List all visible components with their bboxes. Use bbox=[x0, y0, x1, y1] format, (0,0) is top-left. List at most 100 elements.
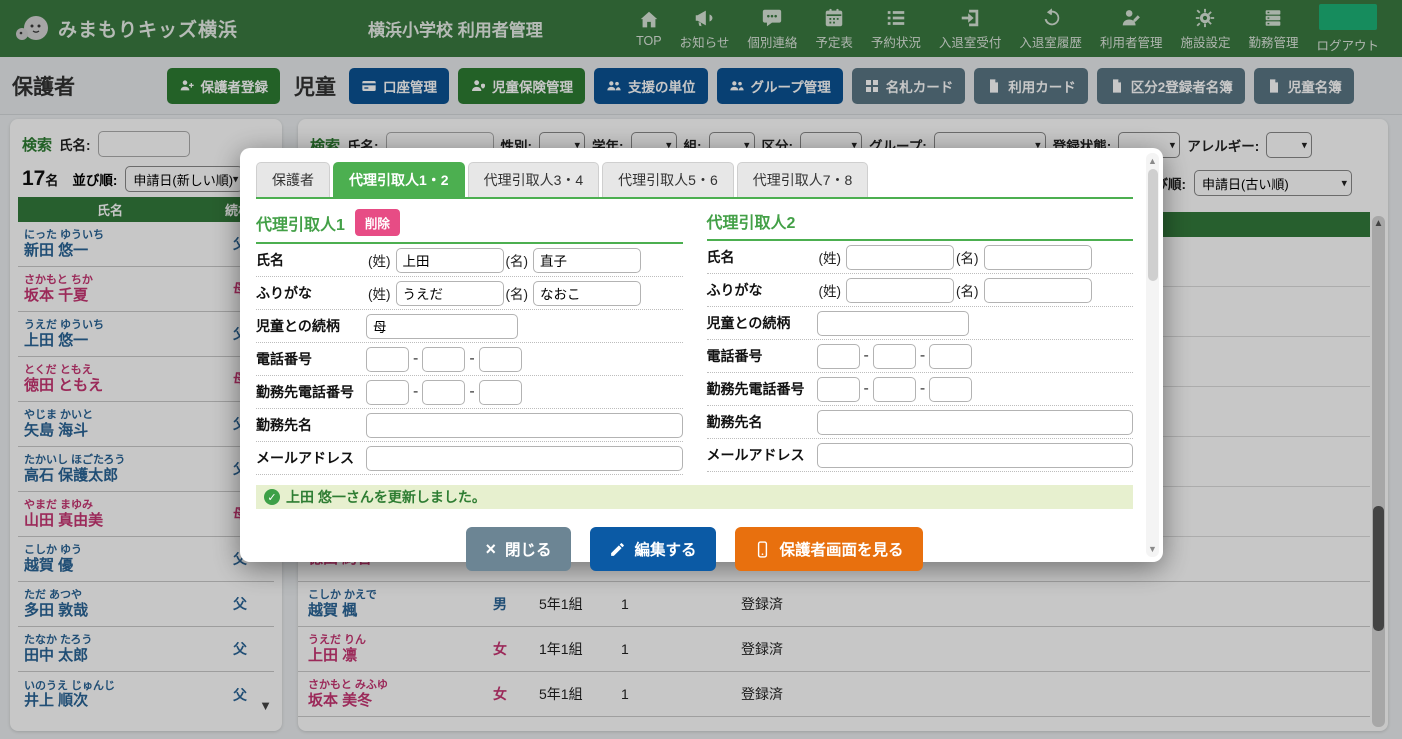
proxy-person-1-section: 代理引取人1 削除 氏名 (姓) (名) ふりがな (姓) (名) 児童との続柄 bbox=[256, 209, 683, 475]
proxy2-phone1-input[interactable] bbox=[817, 344, 860, 369]
proxy2-work-place-input[interactable] bbox=[817, 410, 1134, 435]
message-text: 上田 悠一さんを更新しました。 bbox=[286, 487, 486, 507]
proxy2-phone3-input[interactable] bbox=[929, 344, 972, 369]
proxy2-email-input[interactable] bbox=[817, 443, 1134, 468]
name-label: 氏名 bbox=[256, 250, 366, 270]
scrollbar-thumb[interactable] bbox=[1148, 169, 1158, 281]
mei-label: (名) bbox=[956, 280, 979, 300]
phone-label: 電話番号 bbox=[707, 346, 817, 366]
dash: - bbox=[413, 383, 418, 401]
sei-label: (姓) bbox=[368, 283, 391, 303]
proxy-1-title: 代理引取人1 bbox=[256, 211, 345, 235]
proxy2-relation-input[interactable] bbox=[817, 311, 969, 336]
dash: - bbox=[920, 347, 925, 365]
work-phone-field-row: 勤務先電話番号 - - bbox=[707, 373, 1134, 406]
work-place-field-row: 勤務先名 bbox=[707, 406, 1134, 439]
tab-proxy-3-4[interactable]: 代理引取人3・4 bbox=[468, 162, 600, 197]
relation-label: 児童との続柄 bbox=[707, 313, 817, 333]
guardian-detail-modal: 保護者 代理引取人1・2 代理引取人3・4 代理引取人5・6 代理引取人7・8 … bbox=[240, 148, 1163, 562]
sei-label: (姓) bbox=[819, 247, 842, 267]
proxy2-mei-input[interactable] bbox=[984, 245, 1092, 270]
tab-proxy-7-8[interactable]: 代理引取人7・8 bbox=[737, 162, 869, 197]
relation-field-row: 児童との続柄 bbox=[707, 307, 1134, 340]
close-icon: × bbox=[485, 540, 496, 558]
phone-field-row: 電話番号 - - bbox=[707, 340, 1134, 373]
relation-label: 児童との続柄 bbox=[256, 316, 366, 336]
proxy2-work-phone2-input[interactable] bbox=[873, 377, 916, 402]
edit-button[interactable]: 編集する bbox=[590, 527, 716, 571]
work-place-field-row: 勤務先名 bbox=[256, 409, 683, 442]
email-field-row: メールアドレス bbox=[256, 442, 683, 475]
work-place-label: 勤務先名 bbox=[256, 415, 366, 435]
furigana-label: ふりがな bbox=[707, 280, 817, 300]
email-label: メールアドレス bbox=[256, 448, 366, 468]
phone-icon bbox=[754, 541, 771, 558]
dash: - bbox=[864, 380, 869, 398]
dash: - bbox=[469, 383, 474, 401]
close-button[interactable]: × 閉じる bbox=[466, 527, 570, 571]
scroll-up-icon[interactable]: ▲ bbox=[1146, 156, 1159, 166]
proxy-2-title: 代理引取人2 bbox=[707, 209, 796, 233]
scroll-down-icon[interactable]: ▼ bbox=[1146, 544, 1159, 554]
proxy1-phone1-input[interactable] bbox=[366, 347, 409, 372]
proxy2-phone2-input[interactable] bbox=[873, 344, 916, 369]
proxy2-sei-input[interactable] bbox=[846, 245, 954, 270]
proxy-1-delete-button[interactable]: 削除 bbox=[355, 209, 400, 236]
proxy1-sei-input[interactable] bbox=[396, 248, 504, 273]
proxy2-work-phone3-input[interactable] bbox=[929, 377, 972, 402]
furigana-label: ふりがな bbox=[256, 283, 366, 303]
dash: - bbox=[413, 350, 418, 368]
mei-label: (名) bbox=[506, 283, 529, 303]
dash: - bbox=[469, 350, 474, 368]
check-circle-icon: ✓ bbox=[264, 489, 280, 505]
proxy2-mei-kana-input[interactable] bbox=[984, 278, 1092, 303]
mei-label: (名) bbox=[956, 247, 979, 267]
phone-field-row: 電話番号 - - bbox=[256, 343, 683, 376]
update-success-message: ✓ 上田 悠一さんを更新しました。 bbox=[256, 485, 1133, 509]
tab-proxy-1-2[interactable]: 代理引取人1・2 bbox=[333, 162, 465, 197]
furigana-field-row: ふりがな (姓) (名) bbox=[256, 277, 683, 310]
proxy1-mei-kana-input[interactable] bbox=[533, 281, 641, 306]
proxy1-relation-input[interactable] bbox=[366, 314, 518, 339]
work-phone-label: 勤務先電話番号 bbox=[707, 379, 817, 399]
proxy1-work-phone3-input[interactable] bbox=[479, 380, 522, 405]
email-label: メールアドレス bbox=[707, 445, 817, 465]
proxy-2-header: 代理引取人2 bbox=[707, 209, 1134, 241]
email-field-row: メールアドレス bbox=[707, 439, 1134, 472]
proxy1-email-input[interactable] bbox=[366, 446, 683, 471]
view-guardian-screen-button[interactable]: 保護者画面を見る bbox=[735, 527, 923, 571]
work-place-label: 勤務先名 bbox=[707, 412, 817, 432]
sei-label: (姓) bbox=[368, 250, 391, 270]
dash: - bbox=[920, 380, 925, 398]
modal-button-row: × 閉じる 編集する 保護者画面を見る bbox=[256, 527, 1133, 571]
pencil-square-icon bbox=[609, 541, 626, 558]
modal-scrollbar[interactable]: ▲ ▼ bbox=[1146, 153, 1159, 557]
proxy1-work-phone1-input[interactable] bbox=[366, 380, 409, 405]
proxy-columns: 代理引取人1 削除 氏名 (姓) (名) ふりがな (姓) (名) 児童との続柄 bbox=[256, 209, 1133, 475]
proxy1-phone2-input[interactable] bbox=[422, 347, 465, 372]
work-phone-field-row: 勤務先電話番号 - - bbox=[256, 376, 683, 409]
furigana-field-row: ふりがな (姓) (名) bbox=[707, 274, 1134, 307]
proxy2-sei-kana-input[interactable] bbox=[846, 278, 954, 303]
proxy2-work-phone1-input[interactable] bbox=[817, 377, 860, 402]
proxy1-work-phone2-input[interactable] bbox=[422, 380, 465, 405]
dash: - bbox=[864, 347, 869, 365]
proxy1-work-place-input[interactable] bbox=[366, 413, 683, 438]
name-field-row: 氏名 (姓) (名) bbox=[707, 241, 1134, 274]
phone-label: 電話番号 bbox=[256, 349, 366, 369]
relation-field-row: 児童との続柄 bbox=[256, 310, 683, 343]
proxy-1-header: 代理引取人1 削除 bbox=[256, 209, 683, 244]
proxy-person-2-section: 代理引取人2 氏名 (姓) (名) ふりがな (姓) (名) 児童との続柄 bbox=[707, 209, 1134, 475]
name-label: 氏名 bbox=[707, 247, 817, 267]
tab-guardian[interactable]: 保護者 bbox=[256, 162, 330, 197]
button-label: 保護者画面を見る bbox=[780, 538, 904, 560]
button-label: 閉じる bbox=[505, 538, 552, 560]
sei-label: (姓) bbox=[819, 280, 842, 300]
proxy1-mei-input[interactable] bbox=[533, 248, 641, 273]
proxy1-sei-kana-input[interactable] bbox=[396, 281, 504, 306]
work-phone-label: 勤務先電話番号 bbox=[256, 382, 366, 402]
mei-label: (名) bbox=[506, 250, 529, 270]
tab-proxy-5-6[interactable]: 代理引取人5・6 bbox=[602, 162, 734, 197]
proxy1-phone3-input[interactable] bbox=[479, 347, 522, 372]
button-label: 編集する bbox=[635, 538, 697, 560]
